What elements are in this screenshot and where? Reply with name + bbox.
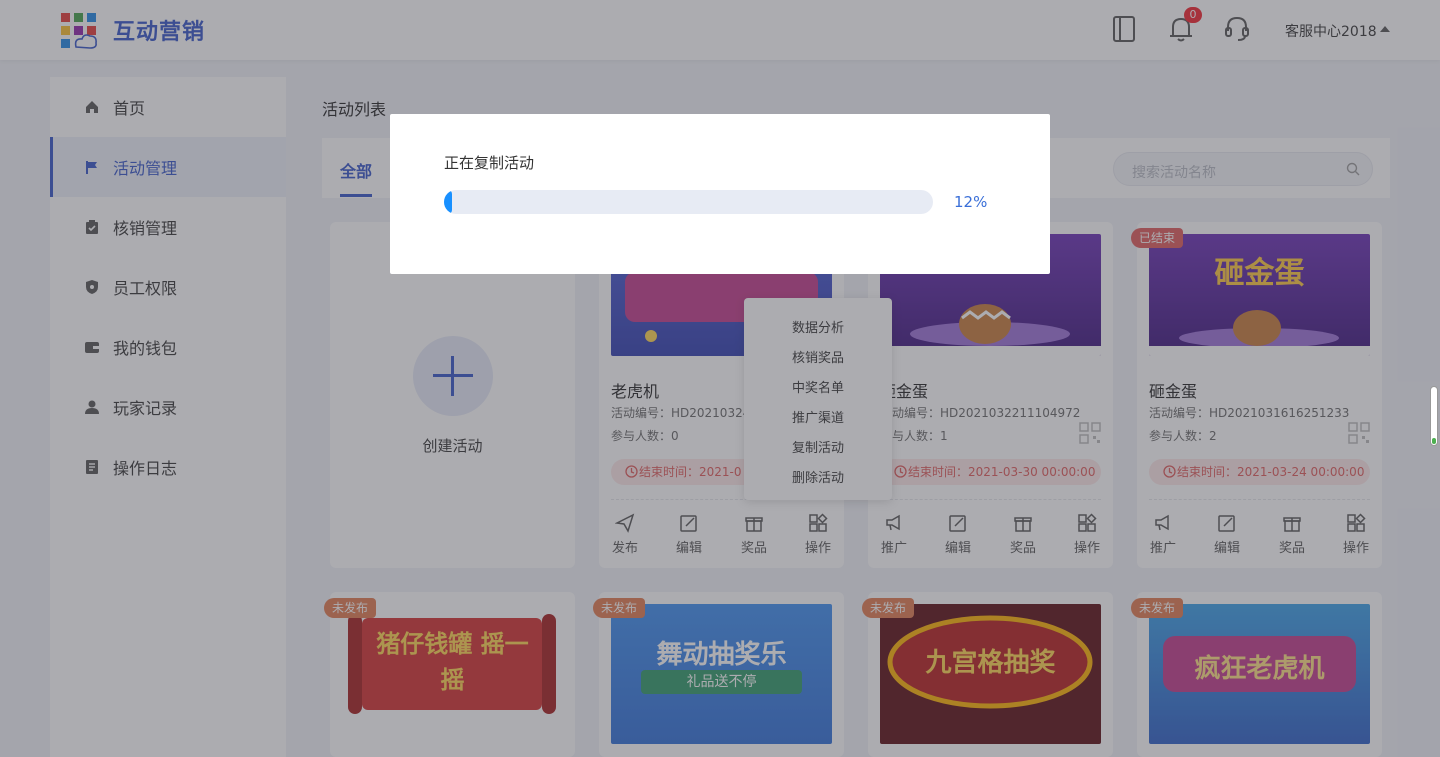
dialog-title: 正在复制活动 bbox=[444, 154, 535, 172]
scrollbar-thumb[interactable] bbox=[1430, 386, 1438, 446]
progress-bar-fill bbox=[444, 190, 452, 214]
progress-bar bbox=[444, 190, 933, 214]
copy-progress-dialog: 正在复制活动 12% bbox=[390, 114, 1050, 274]
progress-percent: 12% bbox=[954, 193, 988, 211]
